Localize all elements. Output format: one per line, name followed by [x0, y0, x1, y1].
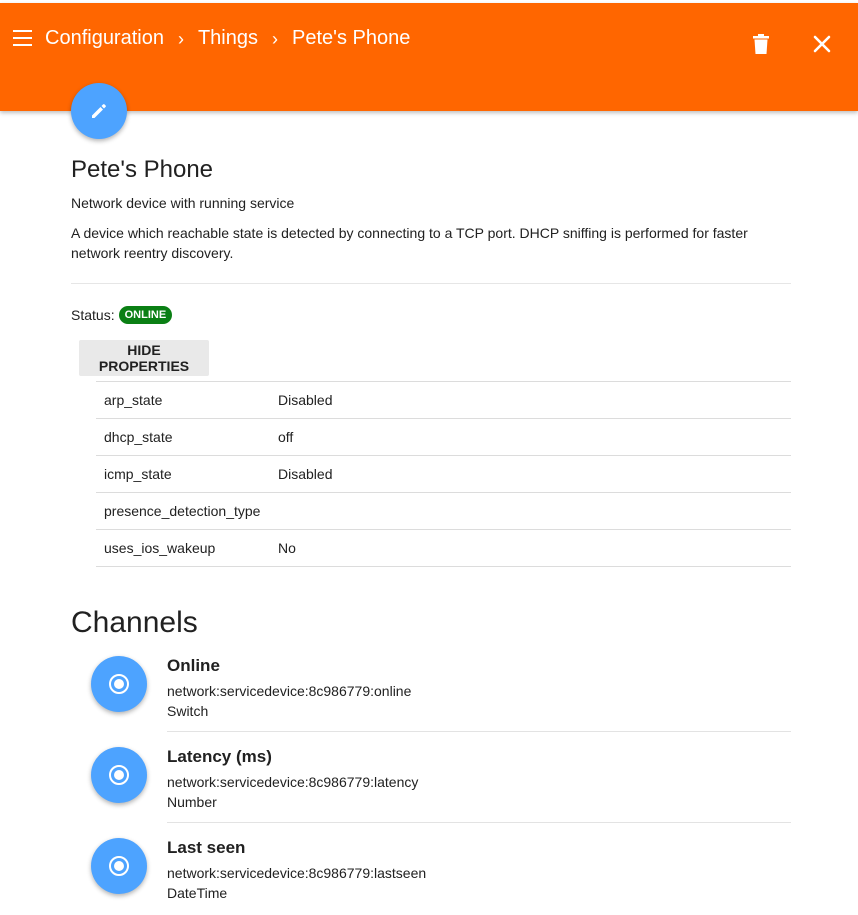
channel-name: Latency (ms)	[167, 747, 272, 766]
channel-uid: network:servicedevice:8c986779:online	[167, 683, 412, 699]
radio-button-icon	[109, 765, 129, 785]
radio-button-icon	[109, 856, 129, 876]
thing-title: Pete's Phone	[71, 156, 214, 183]
property-key: icmp_state	[104, 466, 172, 482]
channel-uid: network:servicedevice:8c986779:latency	[167, 774, 419, 790]
edit-button[interactable]	[71, 83, 127, 139]
channel-link-button[interactable]	[91, 747, 147, 803]
table-row: uses_ios_wakeup No	[96, 529, 791, 567]
breadcrumb: Configuration › Things › Pete's Phone	[45, 25, 410, 51]
status-row: Status: ONLINE	[71, 306, 173, 324]
divider	[167, 822, 791, 823]
hide-properties-button[interactable]: HIDE PROPERTIES	[79, 340, 209, 376]
property-key: uses_ios_wakeup	[104, 540, 216, 556]
property-value: Disabled	[278, 466, 333, 482]
property-value	[270, 493, 791, 530]
pencil-icon	[92, 104, 106, 118]
channel-name: Online	[167, 656, 220, 675]
property-key: arp_state	[104, 392, 163, 408]
app-header: Configuration › Things › Pete's Phone	[0, 3, 858, 111]
table-row: icmp_state Disabled	[96, 455, 791, 493]
breadcrumb-separator: ›	[177, 29, 184, 49]
radio-button-icon	[109, 674, 129, 694]
breadcrumb-current-thing: Pete's Phone	[292, 27, 411, 49]
channel-item: Latency (ms) network:servicedevice:8c986…	[91, 747, 791, 838]
channel-body: Online network:servicedevice:8c986779:on…	[167, 656, 791, 747]
breadcrumb-separator: ›	[272, 29, 278, 49]
channel-type: DateTime	[167, 885, 228, 901]
property-value: No	[278, 540, 296, 556]
property-key: dhcp_state	[104, 429, 173, 445]
channels-title: Channels	[71, 606, 198, 639]
close-icon[interactable]	[813, 35, 831, 53]
channel-name: Last seen	[167, 838, 246, 857]
thing-type: Network device with running service	[71, 195, 295, 211]
channel-uid: network:servicedevice:8c986779:lastseen	[167, 865, 427, 881]
properties-table: arp_state Disabled dhcp_state off icmp_s…	[96, 381, 791, 567]
menu-icon[interactable]	[13, 30, 32, 46]
breadcrumb-things[interactable]: Things	[198, 25, 258, 51]
status-badge: ONLINE	[118, 306, 173, 324]
table-row: arp_state Disabled	[96, 381, 791, 419]
channel-body: Latency (ms) network:servicedevice:8c986…	[167, 747, 791, 838]
channel-link-button[interactable]	[91, 656, 147, 712]
channel-item: Online network:servicedevice:8c986779:on…	[91, 656, 791, 747]
channel-type: Switch	[167, 703, 209, 719]
property-value: off	[278, 429, 294, 445]
thing-description: A device which reachable state is detect…	[71, 225, 748, 261]
channel-link-button[interactable]	[91, 838, 147, 894]
divider	[167, 731, 791, 732]
status-label: Status:	[71, 307, 115, 323]
thing-details-page: Configuration › Things › Pete's Phone Pe…	[0, 0, 858, 915]
trash-icon[interactable]	[752, 34, 770, 54]
channel-item: Last seen network:servicedevice:8c986779…	[91, 838, 791, 915]
property-key: presence_detection_type	[104, 503, 261, 519]
channel-type: Number	[167, 794, 217, 810]
table-row: presence_detection_type	[96, 492, 791, 530]
channel-body: Last seen network:servicedevice:8c986779…	[167, 838, 791, 915]
divider	[71, 283, 791, 284]
table-row: dhcp_state off	[96, 418, 791, 456]
breadcrumb-configuration[interactable]: Configuration	[45, 25, 164, 51]
property-value: Disabled	[278, 392, 333, 408]
